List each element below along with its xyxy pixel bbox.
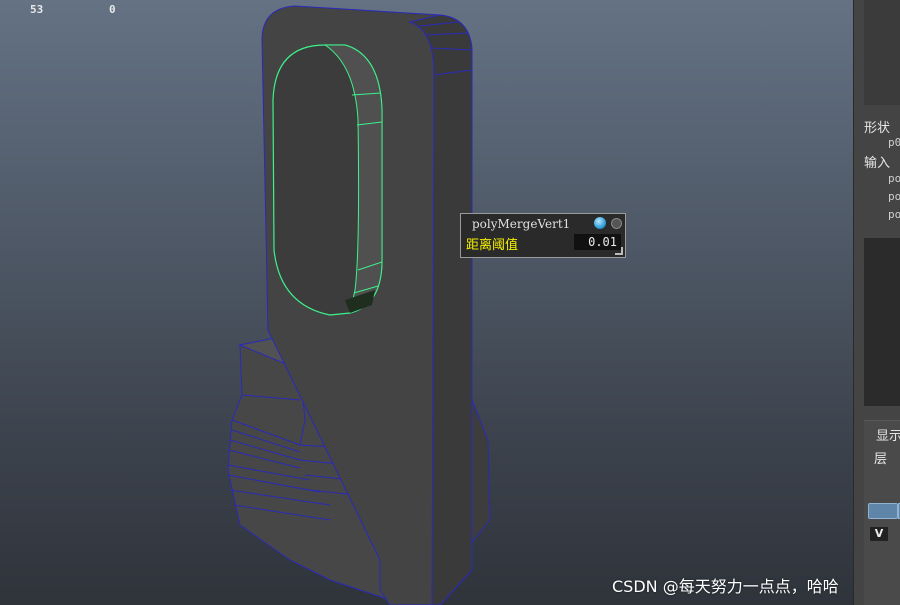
visibility-toggle[interactable]: V xyxy=(870,527,888,541)
tab-display[interactable]: 显示 xyxy=(876,425,900,444)
watermark: CSDN @每天努力一点点，哈哈 xyxy=(612,577,839,596)
layer-create-button[interactable] xyxy=(868,503,898,519)
input-item[interactable]: po xyxy=(888,172,900,185)
mesh-model[interactable] xyxy=(0,0,853,605)
shape-item[interactable]: p0 xyxy=(888,136,900,149)
panel-header-area xyxy=(864,0,900,105)
channel-box-panel: 形状 p0 输入 po po po 显示 层 V xyxy=(853,0,900,605)
attribute-list[interactable] xyxy=(864,238,900,406)
close-icon[interactable] xyxy=(611,218,622,229)
popup-node-name: polyMergeVert1 xyxy=(472,217,571,231)
pill-hole xyxy=(272,44,383,316)
input-item[interactable]: po xyxy=(888,208,900,221)
globe-icon[interactable] xyxy=(594,217,606,229)
distance-threshold-input[interactable]: 0.01 xyxy=(574,234,621,250)
section-input-label[interactable]: 输入 xyxy=(864,152,890,171)
section-shape-label[interactable]: 形状 xyxy=(864,117,890,136)
tab-layer[interactable]: 层 xyxy=(874,448,887,467)
poly-merge-vert-popup[interactable]: polyMergeVert1 距离阈值 0.01 xyxy=(460,213,626,258)
distance-threshold-label: 距离阈值 xyxy=(466,238,519,253)
3d-viewport[interactable]: 53 0 polyMergeVert1 距离阈值 0.01 CSDN @每天努力… xyxy=(0,0,853,605)
input-item[interactable]: po xyxy=(888,190,900,203)
resize-handle-icon[interactable] xyxy=(615,247,623,255)
